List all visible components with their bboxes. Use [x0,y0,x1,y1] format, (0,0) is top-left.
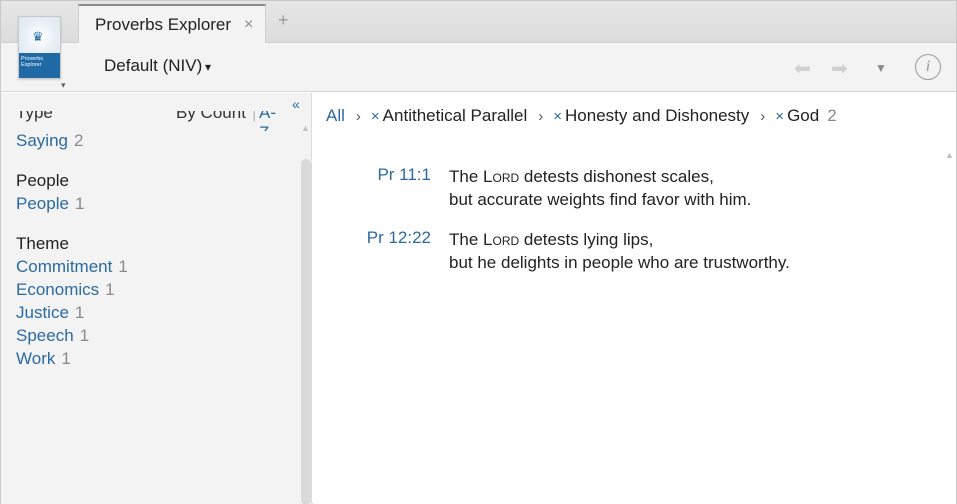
remove-filter-icon[interactable]: × [553,108,562,125]
breadcrumb-filter[interactable]: God [787,106,819,125]
verse-line: but he delights in people who are trustw… [449,253,790,272]
breadcrumb-arrow: › [355,108,361,125]
facet-count: 1 [61,349,71,368]
facet-count: 1 [79,326,90,345]
facet-label[interactable]: Speech [16,326,74,345]
facet-item-justice[interactable]: Justice 1 [16,303,84,323]
scroll-up-arrow[interactable]: ▲ [301,123,310,133]
verse-text-part: detests dishonest scales, [519,167,714,186]
theme-group-title: Theme [16,234,69,253]
verse-text-part: The [449,167,484,186]
facet-label[interactable]: Work [16,349,55,368]
tab-proverbs-explorer[interactable]: Proverbs Explorer × [78,4,266,43]
divine-name: Lord [483,167,520,186]
facet-count: 1 [105,280,115,299]
verse-text-part: The [449,230,484,249]
sidebar-scrollbar[interactable] [301,159,311,504]
facet-item-commitment[interactable]: Commitment 1 [16,257,128,277]
book-cover-label: Proverbs Explorer [19,53,60,78]
forward-arrow-icon[interactable]: ➡ [831,56,848,81]
sort-separator: | [252,111,257,122]
facet-item-economics[interactable]: Economics 1 [16,280,115,300]
verse-line: The Lord detests dishonest scales, [449,165,751,188]
collapse-sidebar-icon[interactable]: « [292,96,300,112]
breadcrumb-all[interactable]: All [326,106,345,125]
facet-label[interactable]: Commitment [16,257,112,276]
type-heading: Type [16,111,53,122]
verse-text-part: detests lying lips, [519,230,654,249]
facet-item-people[interactable]: People 1 [16,194,84,214]
add-tab-icon[interactable]: + [278,10,289,31]
facet-label[interactable]: Economics [16,280,99,299]
book-cover-button[interactable]: ♛ Proverbs Explorer [18,16,61,79]
crown-icon: ♛ [32,29,44,44]
breadcrumb-filter[interactable]: Antithetical Parallel [383,106,528,125]
close-icon[interactable]: × [244,16,253,34]
divine-name: Lord [483,230,520,249]
back-arrow-icon[interactable]: ⬅ [794,56,811,81]
people-group-title: People [16,171,69,190]
verse-reference[interactable]: Pr 12:22 [367,228,431,248]
facet-sidebar: « ▲ Type By Count | A-Z Saying 2 People P… [1,93,312,504]
facet-item-saying[interactable]: Saying 2 [16,131,83,151]
facet-count: 1 [74,303,85,322]
tab-title: Proverbs Explorer [95,15,232,34]
sort-a-z[interactable]: A-Z [259,111,286,131]
breadcrumb-arrow: › [538,108,544,125]
breadcrumb-arrow: › [760,108,766,125]
facet-label[interactable]: Saying [16,131,68,150]
verse-text: The Lord detests dishonest scales, but a… [449,165,751,211]
tab-strip: Proverbs Explorer × + [1,1,956,43]
scroll-up-arrow[interactable]: ▲ [945,150,954,160]
book-cover-art: ♛ [19,17,60,53]
facet-item-speech[interactable]: Speech 1 [16,326,89,346]
verse-reference[interactable]: Pr 11:1 [377,165,431,185]
facet-item-work[interactable]: Work 1 [16,349,71,369]
result-count: 2 [827,106,837,125]
facet-count: 1 [118,257,128,276]
version-dropdown[interactable]: Default (NIV) [104,56,202,76]
header: Proverbs Explorer × + ♛ Proverbs Explore… [1,1,956,92]
verse-text: The Lord detests lying lips, but he deli… [449,228,790,274]
info-icon[interactable]: i [915,54,941,80]
breadcrumb-filter[interactable]: Honesty and Dishonesty [565,106,749,125]
verse-line: The Lord detests lying lips, [449,228,790,251]
sort-by-count[interactable]: By Count [176,111,246,123]
breadcrumb: All › × Antithetical Parallel › × Honesty and … [326,106,837,126]
remove-filter-icon[interactable]: × [775,108,784,125]
chevron-down-icon[interactable]: ▾ [61,80,66,91]
facet-label[interactable]: People [16,194,69,213]
results-pane: All › × Antithetical Parallel › × Honesty and … [313,93,956,504]
version-caret-icon[interactable]: ▾ [205,60,211,74]
verse-line: but accurate weights find favor with him… [449,190,752,209]
sort-header: Type By Count | A-Z [16,111,286,131]
history-menu-icon[interactable]: ▼ [875,61,887,75]
facet-label[interactable]: Justice [16,303,69,322]
facet-count: 1 [74,194,85,213]
remove-filter-icon[interactable]: × [371,108,380,125]
app-window: Proverbs Explorer × + ♛ Proverbs Explore… [0,0,957,504]
facet-count: 2 [73,131,84,150]
